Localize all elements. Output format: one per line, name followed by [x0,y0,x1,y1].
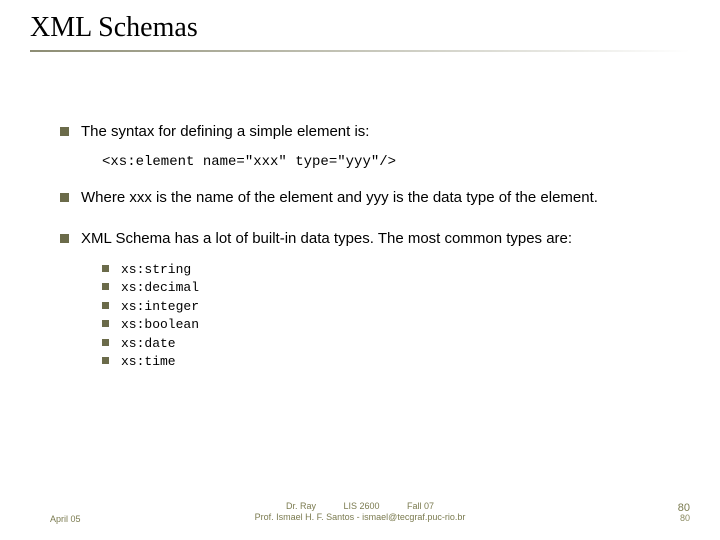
square-bullet-icon [102,302,109,309]
square-bullet-icon [60,193,69,202]
page-number-secondary: 80 [678,514,690,524]
content-area: The syntax for defining a simple element… [30,122,690,371]
code-example: <xs:element name="xxx" type="yyy"/> [102,154,680,170]
square-bullet-icon [102,265,109,272]
slide-title: XML Schemas [30,12,690,44]
datatype-text: xs:date [121,335,176,353]
slide: XML Schemas The syntax for defining a si… [0,0,720,540]
datatype-text: xs:time [121,353,176,371]
footer-page: 80 80 [678,502,690,524]
datatype-list: xs:string xs:decimal xs:integer xs:boole… [102,261,680,371]
list-item: xs:string [102,261,680,279]
bullet-1-text: The syntax for defining a simple element… [81,122,369,142]
list-item: xs:time [102,353,680,371]
footer-center: Dr. Ray LIS 2600 Fall 07 Prof. Ismael H.… [0,501,720,524]
bullet-2-text: Where xxx is the name of the element and… [81,188,598,208]
title-divider [30,50,690,52]
list-item: xs:decimal [102,279,680,297]
footer-author-line: Prof. Ismael H. F. Santos - ismael@tecgr… [0,512,720,524]
bullet-2: Where xxx is the name of the element and… [60,188,680,208]
square-bullet-icon [102,320,109,327]
list-item: xs:date [102,335,680,353]
square-bullet-icon [102,357,109,364]
square-bullet-icon [60,234,69,243]
square-bullet-icon [60,127,69,136]
list-item: xs:boolean [102,316,680,334]
datatype-text: xs:string [121,261,191,279]
square-bullet-icon [102,283,109,290]
footer-course-line: Dr. Ray LIS 2600 Fall 07 [0,501,720,513]
datatype-text: xs:decimal [121,279,199,297]
bullet-3: XML Schema has a lot of built-in data ty… [60,229,680,249]
datatype-text: xs:integer [121,298,199,316]
bullet-3-text: XML Schema has a lot of built-in data ty… [81,229,572,249]
datatype-text: xs:boolean [121,316,199,334]
spacer [60,219,680,229]
square-bullet-icon [102,339,109,346]
bullet-1: The syntax for defining a simple element… [60,122,680,142]
list-item: xs:integer [102,298,680,316]
